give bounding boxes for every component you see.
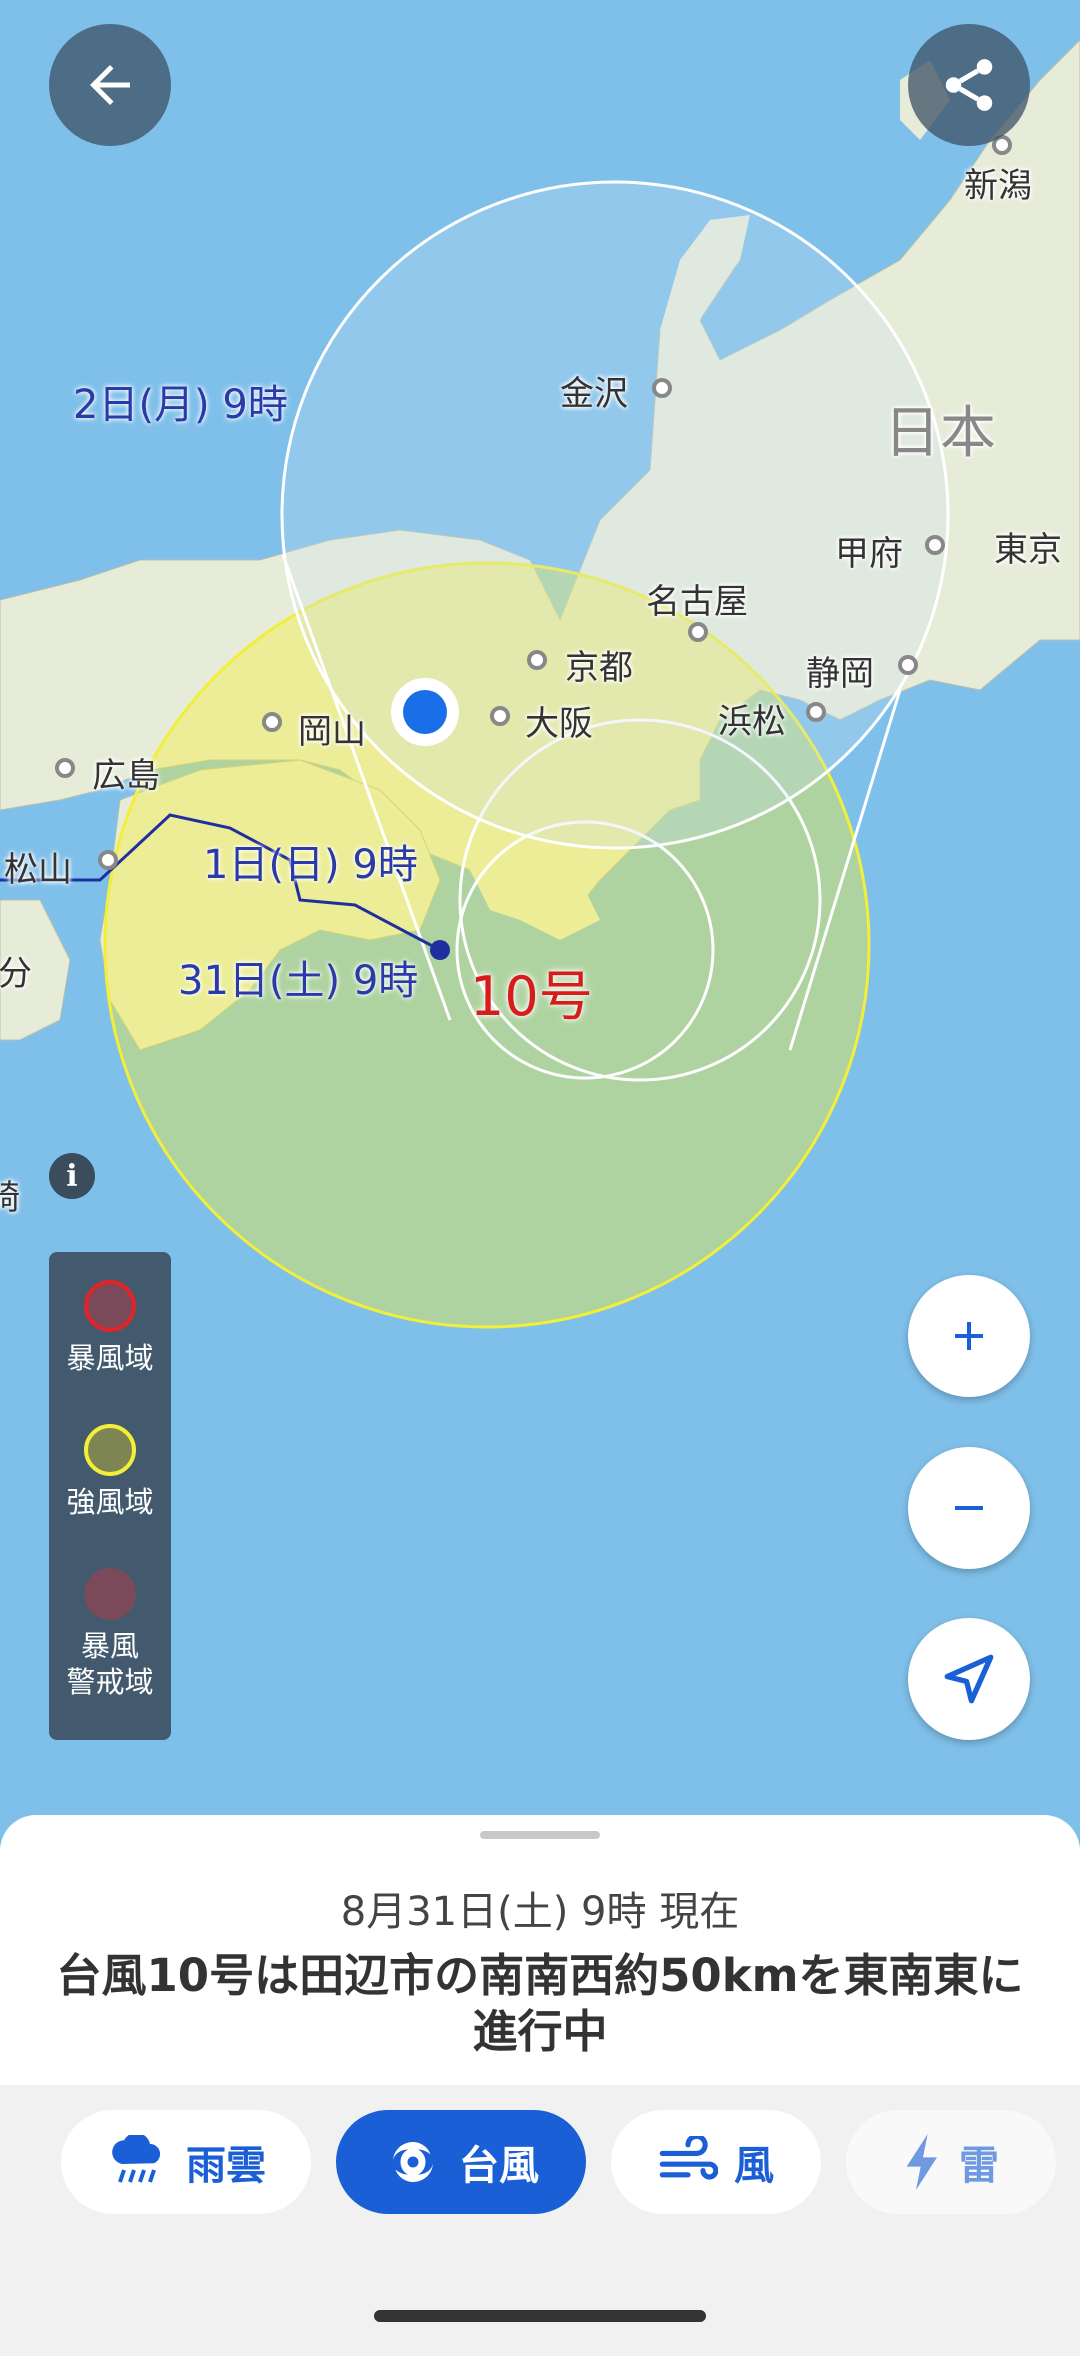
navigation-arrow-icon (944, 1654, 994, 1704)
tab-wind-label: 風 (734, 2143, 774, 2189)
city-label-nagoya: 名古屋 (646, 582, 748, 622)
info-icon[interactable]: i (49, 1153, 95, 1199)
legend-label-storm: 暴風域 (66, 1341, 154, 1375)
share-icon (945, 59, 993, 111)
drag-handle[interactable] (480, 1831, 600, 1839)
tab-rain-cloud-label: 雨雲 (186, 2143, 266, 2189)
legend-label-warning-line2: 警戒域 (66, 1665, 154, 1699)
forecast-circle-2 (280, 180, 950, 850)
city-label-osaka: 大阪 (525, 704, 593, 744)
city-label-shizuoka: 静岡 (806, 654, 874, 694)
my-location-dot (403, 690, 447, 734)
country-label-japan: 日本 (884, 401, 996, 466)
bottom-sheet[interactable]: 8月31日(土) 9時 現在 台風10号は田辺市の南南西約50kmを東南東に進行… (0, 1815, 1080, 2085)
storm-warning-swatch (84, 1568, 136, 1620)
share-button[interactable] (908, 24, 1030, 146)
city-label-kanazawa: 金沢 (560, 374, 628, 414)
status-headline: 台風10号は田辺市の南南西約50kmを東南東に進行中 (56, 1949, 1024, 2058)
legend-panel: 暴風域 強風域 暴風 警戒域 (49, 1252, 171, 1740)
tab-lightning[interactable]: 雷 (846, 2110, 1056, 2214)
current-location-button[interactable] (908, 1618, 1030, 1740)
typhoon-center-marker (430, 940, 450, 960)
track-label-1st: 1日(日) 9時 (203, 842, 418, 888)
legend-item-storm: 暴風域 (49, 1280, 171, 1376)
wind-icon (659, 2136, 718, 2180)
track-label-2nd: 2日(月) 9時 (73, 382, 288, 428)
legend-item-warning: 暴風 警戒域 (49, 1568, 171, 1700)
tab-typhoon-label: 台風 (459, 2143, 539, 2189)
storm-area-swatch (84, 1280, 136, 1332)
typhoon-number-label: 10号 (470, 965, 593, 1028)
legend-item-strong-wind: 強風域 (49, 1424, 171, 1520)
city-label-matsuyama: 松山 (4, 850, 72, 890)
track-label-31st: 31日(土) 9時 (178, 958, 419, 1004)
plus-icon (955, 1322, 983, 1350)
back-arrow-icon (90, 65, 130, 105)
minus-icon (955, 1506, 983, 1510)
lightning-icon (906, 2134, 937, 2190)
tab-typhoon[interactable]: 台風 (336, 2110, 586, 2214)
tab-wind[interactable]: 風 (611, 2110, 821, 2214)
city-label-oita: 大分 (0, 954, 32, 994)
back-button[interactable] (49, 24, 171, 146)
city-label-kyoto: 京都 (565, 648, 633, 688)
layer-tab-bar: 雨雲 台風 風 雷 (0, 2085, 1080, 2356)
zoom-in-button[interactable] (908, 1275, 1030, 1397)
city-label-hiroshima: 広島 (92, 756, 160, 796)
legend-label-warning-line1: 暴風 (80, 1629, 139, 1663)
city-label-niigata: 新潟 (964, 166, 1032, 206)
city-label-tokyo: 東京 (994, 530, 1062, 570)
strong-wind-swatch (84, 1424, 136, 1476)
rain-cloud-icon (112, 2135, 161, 2183)
home-indicator[interactable] (374, 2310, 706, 2322)
city-label-hamamatsu: 浜松 (718, 702, 786, 742)
zoom-out-button[interactable] (908, 1447, 1030, 1569)
tab-lightning-label: 雷 (959, 2143, 999, 2189)
tab-rain-cloud[interactable]: 雨雲 (61, 2110, 311, 2214)
city-label-kofu: 甲府 (835, 534, 903, 574)
typhoon-icon (393, 2142, 433, 2182)
legend-label-strong-wind: 強風域 (66, 1485, 154, 1519)
status-timestamp: 8月31日(土) 9時 現在 (340, 1889, 740, 1935)
city-label-okayama: 岡山 (298, 712, 366, 752)
city-label-partial: 崎 (0, 1178, 20, 1218)
